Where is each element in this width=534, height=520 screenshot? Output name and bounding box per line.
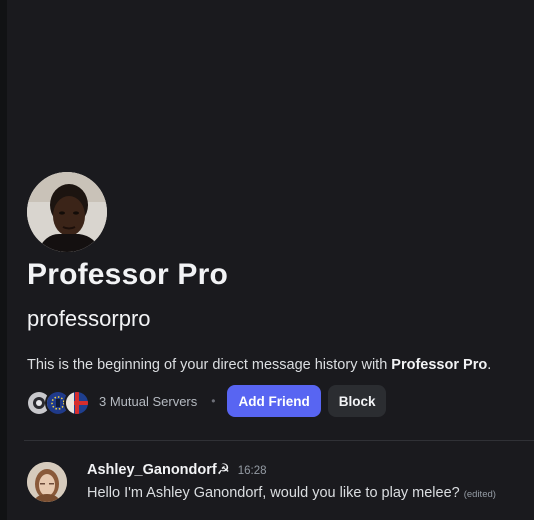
divider xyxy=(24,440,534,441)
user-photo-icon xyxy=(27,172,107,252)
message-timestamp[interactable]: 16:28 xyxy=(238,465,267,477)
mutual-servers-link[interactable]: 3 Mutual Servers xyxy=(99,394,197,409)
message-content: Hello I'm Ashley Ganondorf, would you li… xyxy=(87,485,496,501)
profile-display-name: Professor Pro xyxy=(27,258,228,291)
block-button[interactable]: Block xyxy=(327,385,387,417)
left-sidebar-edge xyxy=(0,0,7,520)
app-window: Professor Pro professorpro This is the b… xyxy=(0,0,534,520)
profile-username: professorpro xyxy=(27,306,151,331)
mutual-server-icons[interactable] xyxy=(26,388,94,416)
author-photo-icon xyxy=(27,462,67,502)
server-icon-3[interactable] xyxy=(64,390,90,416)
message-author[interactable]: Ashley_Ganondorf☭ xyxy=(87,462,230,478)
edited-label: (edited) xyxy=(463,489,496,500)
intro-suffix: . xyxy=(487,357,492,373)
separator-dot: • xyxy=(211,394,216,408)
message-author-avatar[interactable] xyxy=(27,462,67,502)
mutual-servers-row: 3 Mutual Servers • Add Friend Block xyxy=(26,385,387,417)
intro-prefix: This is the beginning of your direct mes… xyxy=(27,357,392,373)
message-header: Ashley_Ganondorf☭ 16:28 xyxy=(87,462,267,478)
profile-avatar[interactable] xyxy=(27,172,107,252)
message-text: Hello I'm Ashley Ganondorf, would you li… xyxy=(87,485,460,501)
intro-user-name: Professor Pro xyxy=(391,357,488,373)
dm-channel: Professor Pro professorpro This is the b… xyxy=(7,0,534,520)
add-friend-button[interactable]: Add Friend xyxy=(227,385,321,417)
dm-intro-text: This is the beginning of your direct mes… xyxy=(27,357,491,373)
